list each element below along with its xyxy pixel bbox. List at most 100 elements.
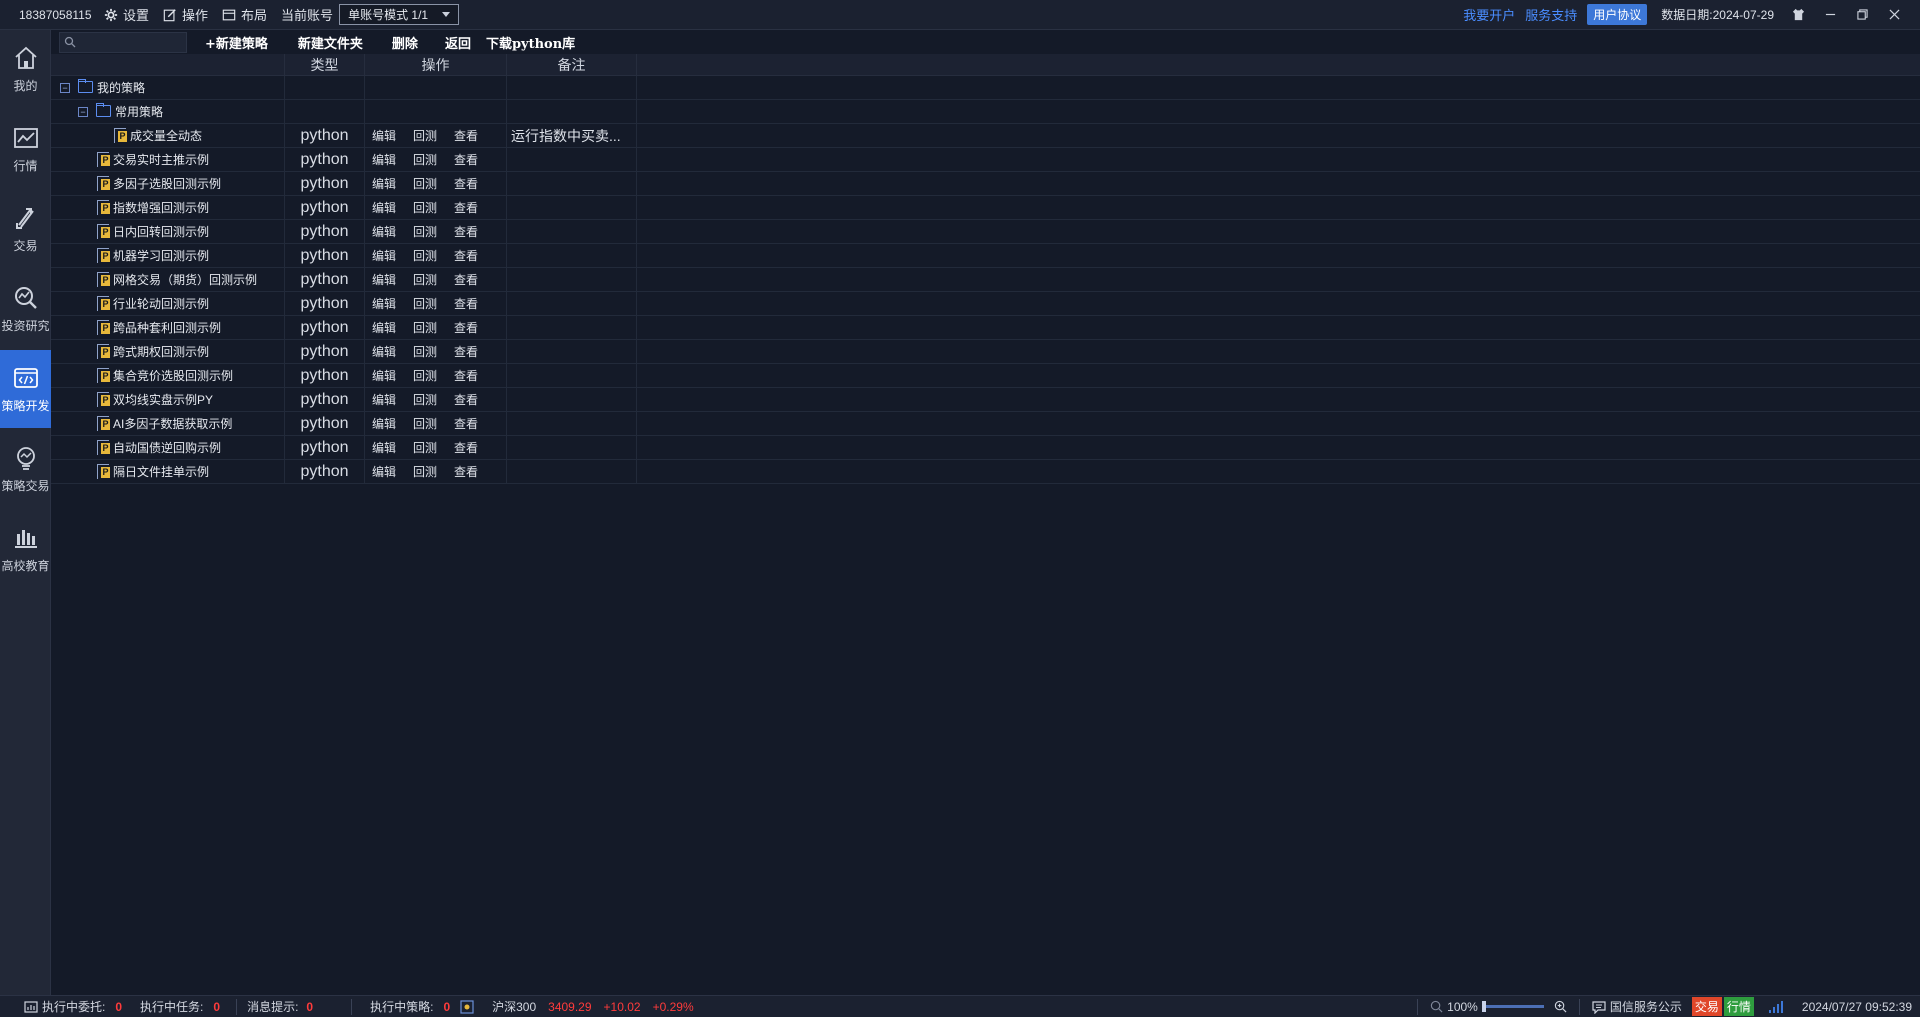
nav-item-strategy-trade[interactable]: 策略交易 (0, 430, 51, 508)
restore-icon[interactable] (1854, 7, 1870, 23)
folder-row-root[interactable]: − 我的策略 (51, 76, 1920, 100)
edit-button[interactable]: 编辑 (372, 196, 396, 220)
view-button[interactable]: 查看 (454, 316, 478, 340)
zoom-out-icon[interactable] (1430, 1000, 1443, 1013)
table-row[interactable]: P 多因子选股回测示例 python 编辑 回测 查看 (51, 172, 1920, 196)
search-box[interactable] (59, 31, 187, 53)
backtest-button[interactable]: 回测 (413, 460, 437, 484)
nav-item-quotes[interactable]: 行情 (0, 110, 51, 188)
executing-strategies[interactable]: 执行中策略: 0 (370, 998, 474, 1015)
view-button[interactable]: 查看 (454, 268, 478, 292)
strategy-name[interactable]: 集合竞价选股回测示例 (113, 364, 233, 388)
table-row[interactable]: P 跨式期权回测示例 python 编辑 回测 查看 (51, 340, 1920, 364)
collapse-icon[interactable]: − (78, 107, 88, 117)
backtest-button[interactable]: 回测 (413, 268, 437, 292)
zoom-slider-handle[interactable] (1481, 1001, 1486, 1012)
edit-button[interactable]: 编辑 (372, 148, 396, 172)
strategy-name[interactable]: AI多因子数据获取示例 (113, 412, 232, 436)
trade-status-tag[interactable]: 交易 (1691, 997, 1722, 1016)
edit-button[interactable]: 编辑 (372, 268, 396, 292)
backtest-button[interactable]: 回测 (413, 148, 437, 172)
nav-item-strategy-dev[interactable]: 策略开发 (0, 350, 51, 428)
strategy-name[interactable]: 隔日文件挂单示例 (113, 460, 209, 484)
edit-button[interactable]: 编辑 (372, 364, 396, 388)
open-account-link[interactable]: 我要开户 (1463, 5, 1515, 24)
table-row[interactable]: P 指数增强回测示例 python 编辑 回测 查看 (51, 196, 1920, 220)
backtest-button[interactable]: 回测 (413, 220, 437, 244)
table-row[interactable]: P 隔日文件挂单示例 python 编辑 回测 查看 (51, 460, 1920, 484)
strategy-name[interactable]: 跨式期权回测示例 (113, 340, 209, 364)
table-row[interactable]: P 集合竞价选股回测示例 python 编辑 回测 查看 (51, 364, 1920, 388)
view-button[interactable]: 查看 (454, 292, 478, 316)
strategy-name[interactable]: 成交量全动态 (130, 124, 202, 148)
strategy-name[interactable]: 多因子选股回测示例 (113, 172, 221, 196)
folder-row-common[interactable]: − 常用策略 (51, 100, 1920, 124)
skin-icon[interactable] (1790, 7, 1806, 23)
strategy-name[interactable]: 行业轮动回测示例 (113, 292, 209, 316)
search-input[interactable] (81, 35, 181, 49)
collapse-icon[interactable]: − (60, 83, 70, 93)
table-row[interactable]: P 行业轮动回测示例 python 编辑 回测 查看 (51, 292, 1920, 316)
new-strategy-button[interactable]: +新建策略 (205, 33, 268, 52)
nav-item-trade[interactable]: 交易 (0, 190, 51, 268)
backtest-button[interactable]: 回测 (413, 436, 437, 460)
table-row[interactable]: P 双均线实盘示例PY python 编辑 回测 查看 (51, 388, 1920, 412)
edit-button[interactable]: 编辑 (372, 244, 396, 268)
edit-button[interactable]: 编辑 (372, 220, 396, 244)
service-support-link[interactable]: 服务支持 (1525, 5, 1577, 24)
nav-item-education[interactable]: 高校教育 (0, 510, 51, 588)
strategy-name[interactable]: 自动国债逆回购示例 (113, 436, 221, 460)
strategy-name[interactable]: 日内回转回测示例 (113, 220, 209, 244)
table-row[interactable]: P 网格交易（期货）回测示例 python 编辑 回测 查看 (51, 268, 1920, 292)
index-ticker[interactable]: 沪深300 3409.29 +10.02 +0.29% (492, 998, 694, 1015)
table-row[interactable]: P AI多因子数据获取示例 python 编辑 回测 查看 (51, 412, 1920, 436)
new-folder-button[interactable]: 新建文件夹 (298, 33, 363, 52)
view-button[interactable]: 查看 (454, 412, 478, 436)
zoom-control[interactable]: 100% (1430, 1000, 1567, 1014)
executing-orders[interactable]: 执行中委托: 0 (24, 998, 122, 1015)
view-button[interactable]: 查看 (454, 220, 478, 244)
table-row[interactable]: P 跨品种套利回测示例 python 编辑 回测 查看 (51, 316, 1920, 340)
monitor-icon[interactable] (460, 999, 474, 1014)
settings-button[interactable]: 设置 (104, 5, 149, 24)
layout-button[interactable]: 布局 (222, 5, 267, 24)
edit-button[interactable]: 编辑 (372, 172, 396, 196)
strategy-name[interactable]: 双均线实盘示例PY (113, 388, 213, 412)
edit-button[interactable]: 编辑 (372, 460, 396, 484)
back-button[interactable]: 返回 (445, 33, 471, 52)
edit-button[interactable]: 编辑 (372, 412, 396, 436)
view-button[interactable]: 查看 (454, 124, 478, 148)
zoom-in-icon[interactable] (1554, 1000, 1567, 1013)
delete-button[interactable]: 删除 (392, 33, 418, 52)
view-button[interactable]: 查看 (454, 388, 478, 412)
strategy-name[interactable]: 指数增强回测示例 (113, 196, 209, 220)
backtest-button[interactable]: 回测 (413, 412, 437, 436)
table-row[interactable]: P 成交量全动态 python 编辑 回测 查看 运行指数中买卖... (51, 124, 1920, 148)
minimize-icon[interactable] (1822, 7, 1838, 23)
edit-button[interactable]: 编辑 (372, 292, 396, 316)
table-row[interactable]: P 交易实时主推示例 python 编辑 回测 查看 (51, 148, 1920, 172)
strategy-name[interactable]: 机器学习回测示例 (113, 244, 209, 268)
nav-item-research[interactable]: 投资研究 (0, 270, 51, 348)
edit-button[interactable]: 编辑 (372, 340, 396, 364)
table-row[interactable]: P 机器学习回测示例 python 编辑 回测 查看 (51, 244, 1920, 268)
edit-button[interactable]: 编辑 (372, 436, 396, 460)
quote-status-tag[interactable]: 行情 (1723, 997, 1754, 1016)
edit-button[interactable]: 编辑 (372, 316, 396, 340)
table-row[interactable]: P 日内回转回测示例 python 编辑 回测 查看 (51, 220, 1920, 244)
backtest-button[interactable]: 回测 (413, 172, 437, 196)
strategy-name[interactable]: 网格交易（期货）回测示例 (113, 268, 257, 292)
backtest-button[interactable]: 回测 (413, 292, 437, 316)
backtest-button[interactable]: 回测 (413, 124, 437, 148)
strategy-name[interactable]: 交易实时主推示例 (113, 148, 209, 172)
backtest-button[interactable]: 回测 (413, 316, 437, 340)
view-button[interactable]: 查看 (454, 364, 478, 388)
view-button[interactable]: 查看 (454, 148, 478, 172)
account-mode-select[interactable]: 单账号模式 1/1 (339, 4, 460, 25)
view-button[interactable]: 查看 (454, 460, 478, 484)
operations-button[interactable]: 操作 (163, 5, 208, 24)
view-button[interactable]: 查看 (454, 244, 478, 268)
backtest-button[interactable]: 回测 (413, 388, 437, 412)
backtest-button[interactable]: 回测 (413, 244, 437, 268)
user-agreement-button[interactable]: 用户协议 (1587, 4, 1648, 25)
